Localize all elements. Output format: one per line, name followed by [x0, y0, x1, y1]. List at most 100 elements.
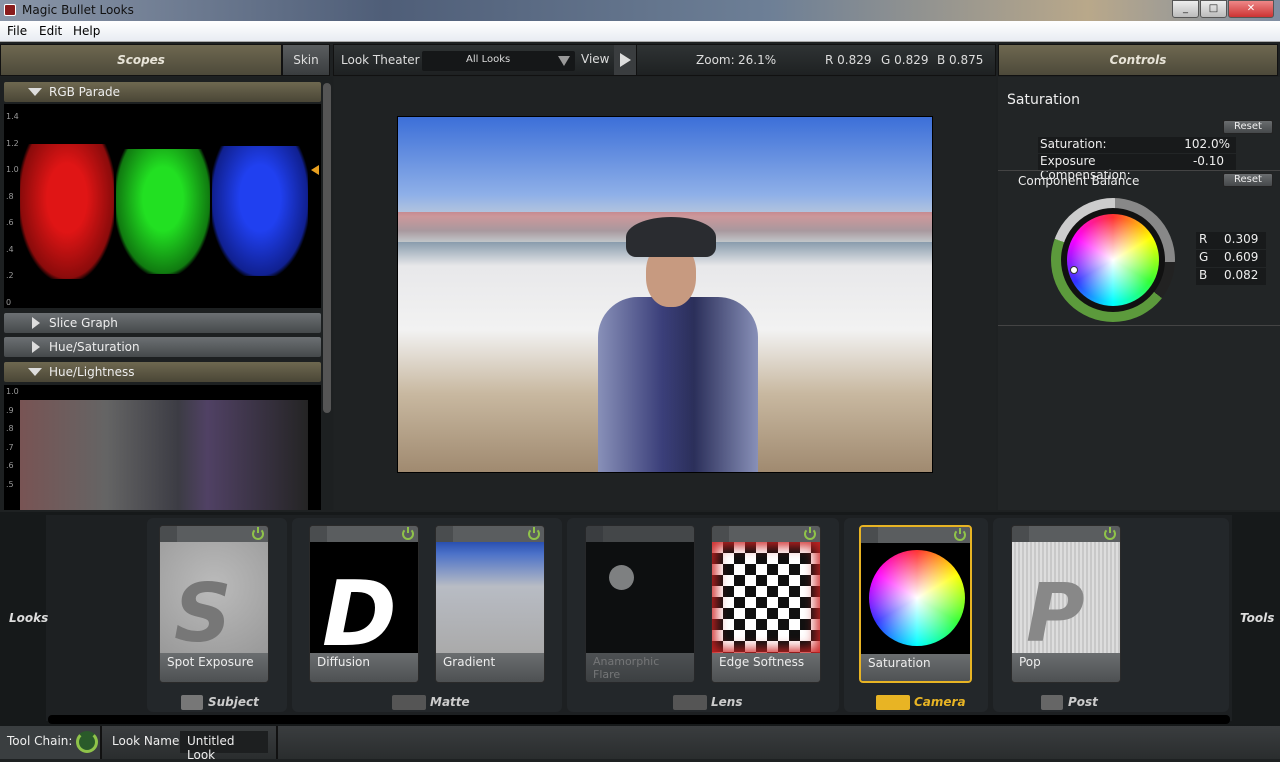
- saturation-reset-button[interactable]: Reset: [1223, 120, 1273, 134]
- power-icon[interactable]: [402, 527, 414, 540]
- menu-edit[interactable]: Edit: [39, 24, 62, 38]
- skin-button[interactable]: Skin: [282, 44, 330, 76]
- tool-card-diffusion[interactable]: D Diffusion: [309, 525, 419, 683]
- group-label-matte: Matte: [430, 695, 470, 709]
- exposure-value[interactable]: -0.10: [1176, 154, 1236, 170]
- menu-file[interactable]: File: [7, 24, 27, 38]
- scopes-tab[interactable]: Scopes: [0, 44, 282, 76]
- zoom-label: Zoom:: [696, 53, 735, 67]
- g-value[interactable]: 0.609: [1224, 250, 1258, 264]
- hue-saturation-header[interactable]: Hue/Saturation: [4, 337, 321, 357]
- tool-card-saturation[interactable]: Saturation: [859, 525, 972, 683]
- color-wheel[interactable]: [1067, 214, 1159, 306]
- green-channel-trace: [116, 149, 210, 274]
- maximize-button[interactable]: □: [1200, 0, 1227, 18]
- axis-tick-label: .4: [6, 244, 14, 254]
- menu-bar: File Edit Help: [0, 21, 1280, 42]
- collapse-icon: [28, 368, 42, 376]
- play-icon: [620, 53, 631, 67]
- controls-title: Controls: [1109, 53, 1167, 67]
- pop-icon: P: [1026, 567, 1085, 653]
- tool-card-pop[interactable]: P Pop: [1011, 525, 1121, 683]
- tool-chain-scrollbar[interactable]: [48, 715, 1230, 724]
- power-icon[interactable]: [954, 528, 966, 541]
- balance-handle[interactable]: [1070, 266, 1078, 274]
- power-icon[interactable]: [528, 527, 540, 540]
- balance-ring[interactable]: [1051, 198, 1175, 322]
- balance-reset-button[interactable]: Reset: [1223, 173, 1273, 187]
- pixel-r: R 0.829: [825, 53, 872, 67]
- man-figure: [598, 297, 758, 472]
- axis-tick-label: .8: [6, 424, 14, 433]
- group-label-post: Post: [1068, 695, 1098, 709]
- axis-tick-label: .6: [6, 218, 14, 227]
- look-theater-label: Look Theater: [341, 53, 420, 67]
- balance-g: G 0.609: [1196, 250, 1266, 267]
- collapse-icon: [28, 88, 42, 96]
- axis-tick-label: 1.4: [6, 112, 19, 121]
- power-icon[interactable]: [252, 527, 264, 540]
- divider: [998, 325, 1280, 326]
- view-label: View: [581, 52, 610, 66]
- g-label: G: [1199, 250, 1209, 264]
- matte-camera-icon: [392, 695, 426, 710]
- subject-icon: [181, 695, 203, 710]
- r-value[interactable]: 0.309: [1224, 232, 1258, 246]
- tool-card-edge-softness[interactable]: Edge Softness: [711, 525, 821, 683]
- saturation-value[interactable]: 102.0%: [1176, 137, 1236, 153]
- controls-panel: Saturation Reset Saturation: 102.0% Expo…: [998, 77, 1280, 510]
- axis-tick-label: 0: [6, 297, 12, 307]
- power-icon[interactable]: [804, 527, 816, 540]
- hue-saturation-label: Hue/Saturation: [49, 340, 140, 354]
- looks-side-tab[interactable]: Looks: [9, 611, 48, 625]
- tools-side-tab[interactable]: Tools: [1240, 611, 1274, 625]
- controls-section-title: Saturation: [1007, 92, 1080, 108]
- checkerboard-icon: [712, 542, 820, 653]
- card-label: Edge Softness: [712, 653, 820, 682]
- filter-value: All Looks: [466, 54, 511, 65]
- slice-graph-header[interactable]: Slice Graph: [4, 313, 321, 333]
- flare-icon: [609, 565, 634, 590]
- tool-card-gradient[interactable]: Gradient: [435, 525, 545, 683]
- menu-help[interactable]: Help: [73, 24, 100, 38]
- card-label: Diffusion: [310, 653, 418, 682]
- preview-image[interactable]: [397, 116, 933, 473]
- look-name-field[interactable]: Untitled Look: [180, 731, 268, 762]
- card-label: Saturation: [861, 654, 970, 681]
- scopes-scrollbar[interactable]: [323, 83, 331, 413]
- red-channel-trace: [20, 144, 114, 279]
- viewer: [334, 77, 996, 510]
- axis-tick-label: 1.0: [6, 165, 19, 174]
- minimize-button[interactable]: _: [1172, 0, 1199, 18]
- tool-chain-power-toggle[interactable]: [76, 731, 98, 753]
- play-button[interactable]: [614, 45, 637, 75]
- spot-exposure-icon: S: [174, 567, 232, 653]
- card-label: Spot Exposure: [160, 653, 268, 682]
- man-hat: [626, 217, 716, 257]
- hue-lightness-header[interactable]: Hue/Lightness: [4, 362, 321, 382]
- group-label-lens: Lens: [711, 695, 743, 709]
- expand-icon: [32, 341, 40, 353]
- looks-filter-dropdown[interactable]: All Looks: [422, 51, 575, 71]
- power-icon[interactable]: [1104, 527, 1116, 540]
- level-marker-icon[interactable]: [311, 165, 319, 175]
- rgb-parade-header[interactable]: RGB Parade: [4, 82, 321, 102]
- divider: [998, 170, 1280, 171]
- b-value[interactable]: 0.082: [1224, 268, 1258, 282]
- close-button[interactable]: ✕: [1228, 0, 1274, 18]
- tool-card-spot-exposure[interactable]: S Spot Exposure: [159, 525, 269, 683]
- controls-tab[interactable]: Controls: [998, 44, 1278, 76]
- axis-tick-label: .9: [6, 405, 14, 415]
- axis-tick-label: .2: [6, 271, 14, 280]
- saturation-label: Saturation:: [1038, 137, 1176, 153]
- lens-camera-icon: [673, 695, 707, 710]
- tool-card-anamorphic-flare[interactable]: Anamorphic Flare: [585, 525, 695, 683]
- app-icon: [4, 4, 16, 16]
- balance-r: R 0.309: [1196, 232, 1266, 249]
- r-label: R: [1199, 232, 1208, 246]
- status-bar: Tool Chain: Look Name: Untitled Look: [0, 726, 1280, 762]
- diffusion-icon: D: [322, 562, 397, 653]
- scopes-title: Scopes: [117, 53, 165, 67]
- zoom-value: 26.1%: [738, 53, 777, 67]
- rgb-parade-label: RGB Parade: [49, 85, 121, 99]
